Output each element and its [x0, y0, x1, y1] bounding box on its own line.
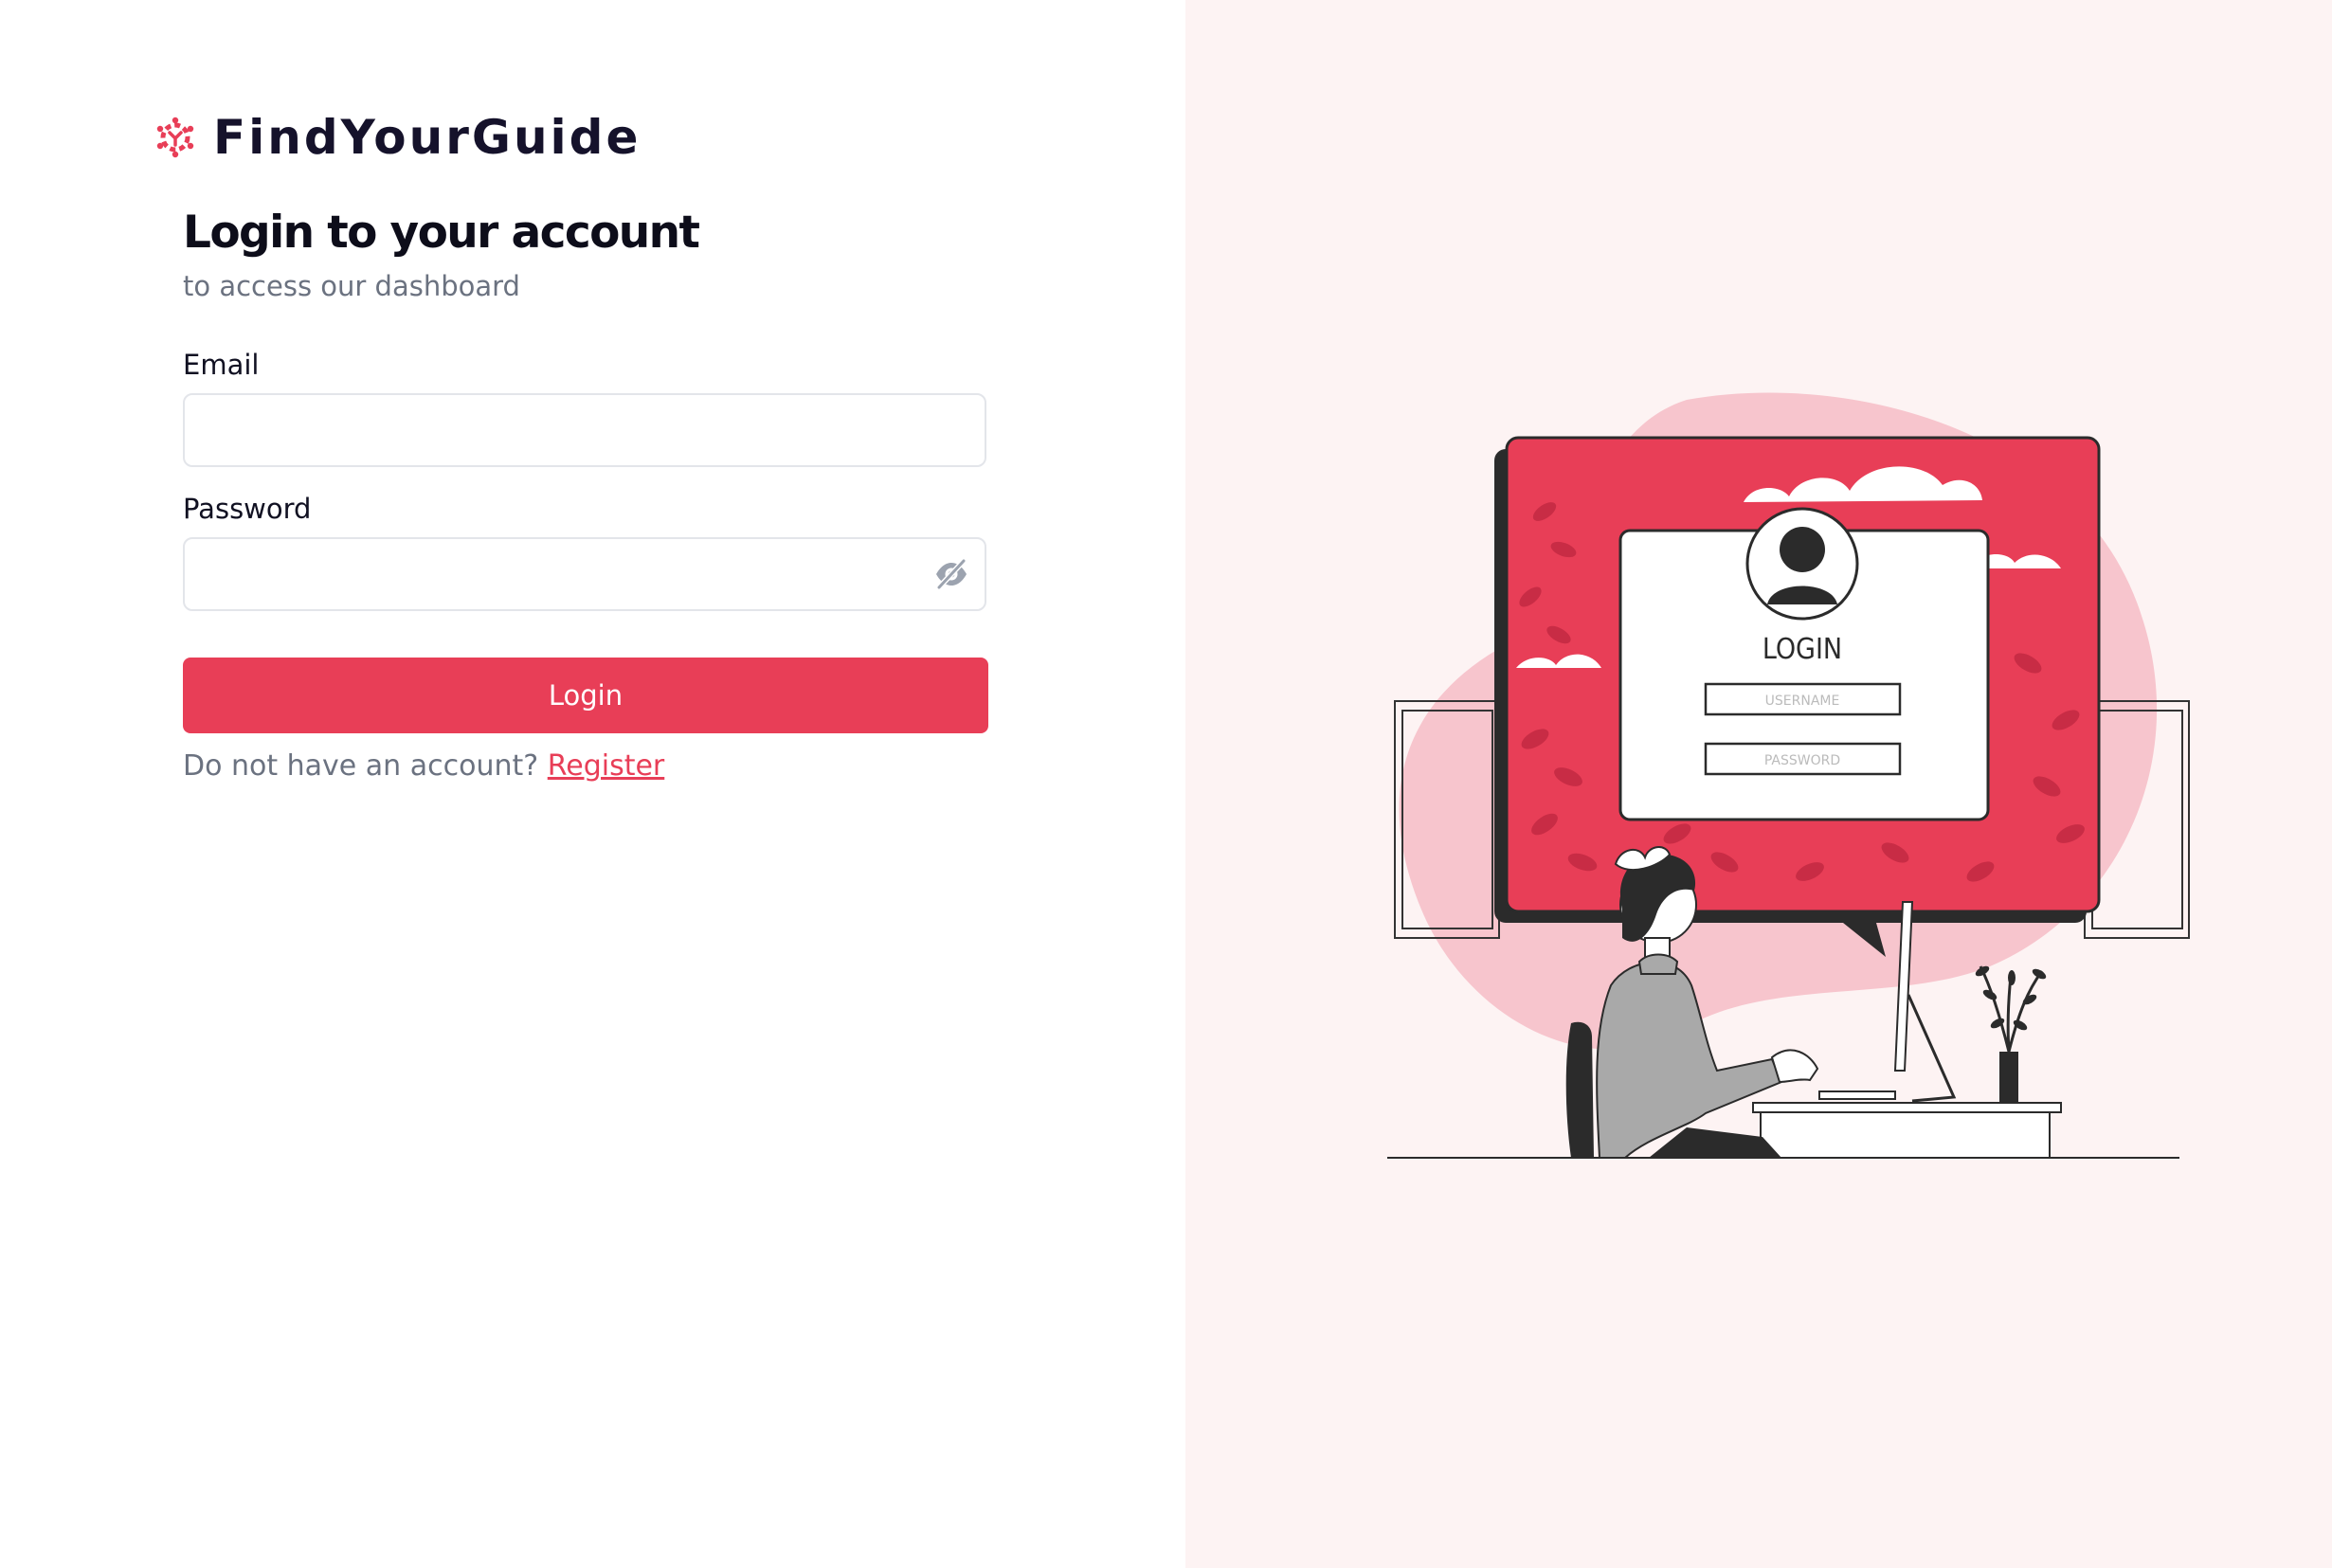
illustration-password-field: PASSWORD	[1764, 753, 1840, 768]
page-subtitle: to access our dashboard	[183, 270, 520, 302]
page-title: Login to your account	[183, 207, 700, 259]
register-prompt-text: Do not have an account?	[183, 749, 539, 783]
eye-off-icon[interactable]	[933, 557, 969, 591]
password-field[interactable]	[183, 537, 986, 611]
desk	[1752, 1102, 2062, 1113]
login-illustration: LOGIN USERNAME PASSWORD	[1387, 392, 2190, 1159]
login-panel: FindYourGuide Login to your account to a…	[0, 0, 1185, 1568]
illustration-username-field: USERNAME	[1765, 694, 1840, 709]
plant-vase	[1999, 1052, 2018, 1103]
brand-logo-icon	[156, 117, 194, 158]
login-page: FindYourGuide Login to your account to a…	[0, 0, 2332, 1568]
password-label: Password	[183, 493, 312, 525]
chair	[1565, 1021, 1594, 1158]
register-link[interactable]: Register	[548, 749, 665, 783]
register-prompt: Do not have an account? Register	[183, 749, 664, 783]
illustration-login-title: LOGIN	[1763, 633, 1842, 666]
brand-name: FindYourGuide	[213, 110, 642, 165]
login-button[interactable]: Login	[183, 658, 988, 733]
email-label: Email	[183, 349, 260, 381]
brand: FindYourGuide	[154, 106, 641, 169]
email-field[interactable]	[183, 393, 986, 467]
